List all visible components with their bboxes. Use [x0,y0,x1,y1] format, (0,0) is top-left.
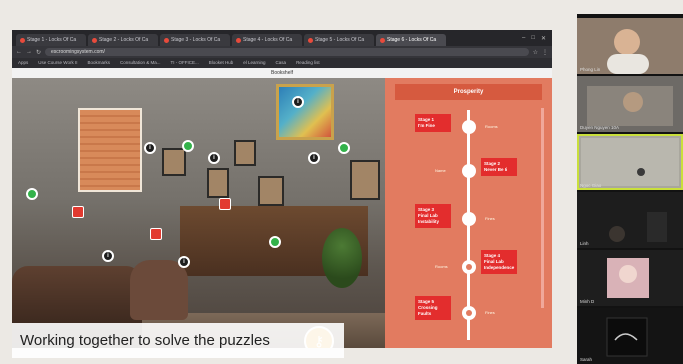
armchair [130,260,188,320]
bookmark-item[interactable]: Reading list [296,58,320,68]
hotspot-icon[interactable] [338,142,350,154]
step-meta: Name [435,168,446,173]
participant-name: Phong Lin [580,67,601,72]
timeline-node [462,260,476,274]
hotspot-icon[interactable]: i [292,96,304,108]
wall-frame[interactable] [350,160,380,200]
hotspot-icon[interactable]: i [308,152,320,164]
timeline-step[interactable]: Stage 3 Final Lab Instability [415,204,451,228]
step-meta: Fines [485,310,495,315]
hotspot-icon[interactable]: i [178,256,190,268]
step-meta: Fines [485,216,495,221]
video-call-gallery: Phong Lin Duyen Nguyen 10A Ngoc Giao Lin… [577,14,683,364]
tab-favicon-icon [236,37,241,43]
bookmark-item[interactable]: Blooket Hub [209,58,234,68]
timeline-node [462,120,476,134]
participant-video [609,212,667,242]
back-icon[interactable]: ← [16,49,22,55]
timeline-node [462,164,476,178]
timeline-step[interactable]: Stage 5 Crossing Faults [415,296,451,320]
participant-name: Linh [580,241,589,246]
escape-room-scene[interactable]: i i i i i i ⚷ [12,78,385,348]
hotspot-icon[interactable]: i [144,142,156,154]
address-bar-row: ← → ↻ escroomingsystem.com/ ☆ ⋮ [12,46,552,58]
participant-name: Ngoc Giao [580,183,602,188]
participant-video [607,29,649,74]
timeline-step[interactable]: Stage 4 Final Lab Independence [481,250,517,274]
hotspot-icon[interactable]: i [208,152,220,164]
timeline-step[interactable]: Stage 1 I'm Fine [415,114,451,132]
hotspot-icon[interactable] [219,198,231,210]
participant-tile[interactable]: Linh [577,192,683,248]
puzzle-timeline-panel: Prosperity Stage 1 I'm Fine Rooms Stage … [385,78,552,348]
step-meta: Rooms [435,264,448,269]
url-field[interactable]: escroomingsystem.com/ [45,48,529,56]
participant-video [581,138,679,186]
forward-icon[interactable]: → [26,49,32,55]
photo-frame: Stage 1 - Locks Of Ca Stage 2 - Locks Of… [0,0,683,364]
wall-frame[interactable] [234,140,256,166]
browser-tab[interactable]: Stage 4 - Locks Of Ca [232,34,302,46]
participant-tile[interactable]: Duyen Nguyen 10A [577,76,683,132]
hotspot-icon[interactable] [150,228,162,240]
reload-icon[interactable]: ↻ [36,49,41,56]
timeline-node [462,306,476,320]
bookmark-item[interactable]: Apps [18,58,28,68]
window-controls: – □ ✕ [522,35,552,42]
tab-favicon-icon [92,37,97,43]
participant-tile[interactable]: Minh D [577,250,683,306]
page-header: Bookshelf [12,68,552,78]
participant-video [607,258,649,298]
maximize-icon[interactable]: □ [531,35,535,42]
hotspot-icon[interactable]: i [102,250,114,262]
wall-frame[interactable] [162,148,186,176]
tab-favicon-icon [20,37,25,43]
participant-video [606,317,648,357]
bookmark-item[interactable]: Bookmarks [87,58,110,68]
tab-favicon-icon [164,37,169,43]
bookmark-item[interactable]: TI - OFFICE... [171,58,199,68]
photo-caption: Working together to solve the puzzles [12,323,344,358]
hotspot-icon[interactable] [72,206,84,218]
tab-favicon-icon [308,37,313,43]
hotspot-icon[interactable] [26,188,38,200]
minimize-icon[interactable]: – [522,35,525,42]
browser-tab[interactable]: Stage 2 - Locks Of Ca [88,34,158,46]
hotspot-icon[interactable] [182,140,194,152]
laptop-screen: Stage 1 - Locks Of Ca Stage 2 - Locks Of… [12,30,552,348]
star-icon[interactable]: ☆ [533,49,538,56]
participant-tile-active[interactable]: Ngoc Giao [577,134,683,190]
timeline-node [462,212,476,226]
bookmark-item[interactable]: Use Course Work II [38,58,77,68]
bookmark-item[interactable]: Casa [276,58,287,68]
participant-video [587,86,673,126]
timeline-step[interactable]: Stage 2 Never Be Ii [481,158,517,176]
bookmarks-bar: Apps Use Course Work II Bookmarks Consul… [12,58,552,68]
browser-tab-active[interactable]: Stage 6 - Locks Of Ca [376,34,446,46]
bookmark-item[interactable]: el Learning [243,58,265,68]
participant-tile[interactable]: Sarah [577,308,683,364]
browser-tab[interactable]: Stage 5 - Locks Of Ca [304,34,374,46]
close-icon[interactable]: ✕ [541,35,546,42]
bookmark-item[interactable]: Consultation & Ma... [120,58,161,68]
browser-tab-strip: Stage 1 - Locks Of Ca Stage 2 - Locks Of… [12,30,552,46]
window-blind [78,108,142,192]
wall-painting[interactable] [276,84,334,140]
panel-title: Prosperity [395,84,542,100]
plant [322,228,362,288]
wall-frame[interactable] [207,168,229,198]
browser-tab[interactable]: Stage 3 - Locks Of Ca [160,34,230,46]
menu-icon[interactable]: ⋮ [542,49,548,56]
participant-tile[interactable]: Phong Lin [577,18,683,74]
participant-name: Duyen Nguyen 10A [580,125,620,130]
hotspot-icon[interactable] [269,236,281,248]
participant-name: Minh D [580,299,595,304]
tab-favicon-icon [380,37,385,43]
scrollbar[interactable] [541,108,544,308]
browser-tab[interactable]: Stage 1 - Locks Of Ca [16,34,86,46]
wall-frame[interactable] [258,176,284,206]
step-meta: Rooms [485,124,498,129]
